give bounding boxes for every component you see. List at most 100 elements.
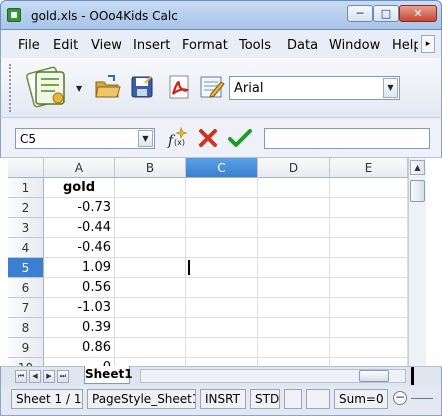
name-box-dropdown-button[interactable]: ▼ [138, 130, 153, 147]
row-header-8[interactable]: 8 [8, 318, 44, 338]
column-header-b[interactable]: B [115, 158, 186, 178]
cell-d4[interactable] [258, 238, 330, 258]
cell-b8[interactable] [115, 318, 186, 338]
menu-window[interactable]: Window [329, 38, 380, 53]
cell-a5[interactable]: 1.09 [44, 258, 115, 278]
cell-d5[interactable] [258, 258, 330, 278]
menu-format[interactable]: Format [182, 38, 228, 53]
row-header-7[interactable]: 7 [8, 298, 44, 318]
cell-b3[interactable] [115, 218, 186, 238]
vertical-scroll-thumb[interactable] [410, 180, 425, 202]
cell-c4[interactable] [186, 238, 258, 258]
cell-e8[interactable] [330, 318, 408, 338]
cell-e3[interactable] [330, 218, 408, 238]
save-icon[interactable] [130, 75, 154, 99]
horizontal-scrollbar[interactable] [140, 367, 414, 385]
zoom-slider[interactable] [411, 398, 433, 399]
cell-d9[interactable] [258, 338, 330, 358]
font-dropdown-button[interactable]: ▼ [383, 78, 398, 98]
maximize-button[interactable]: □ [373, 5, 399, 22]
function-wizard-icon[interactable]: f (x) [165, 126, 191, 150]
row-header-4[interactable]: 4 [8, 238, 44, 258]
status-page-style[interactable]: PageStyle_Sheet1 [87, 389, 196, 409]
cell-a2[interactable]: -0.73 [44, 198, 115, 218]
row-header-9[interactable]: 9 [8, 338, 44, 358]
cell-c6[interactable] [186, 278, 258, 298]
cell-e9[interactable] [330, 338, 408, 358]
menu-data[interactable]: Data [287, 38, 318, 53]
edit-document-icon[interactable] [199, 74, 225, 100]
cell-d2[interactable] [258, 198, 330, 218]
vertical-scrollbar[interactable]: ▲ [408, 158, 426, 368]
menu-help[interactable]: Help [392, 38, 418, 53]
previous-sheet-button[interactable]: ◀ [29, 370, 41, 383]
minimize-button[interactable]: ─ [347, 5, 373, 22]
cell-c7[interactable] [186, 298, 258, 318]
cancel-icon[interactable] [198, 128, 218, 148]
toolbar-grip[interactable] [9, 64, 13, 112]
cell-d7[interactable] [258, 298, 330, 318]
cell-d1[interactable] [258, 178, 330, 198]
close-button[interactable]: ✕ [399, 5, 437, 22]
cell-b7[interactable] [115, 298, 186, 318]
cell-e6[interactable] [330, 278, 408, 298]
row-header-1[interactable]: 1 [8, 178, 44, 198]
cell-b5[interactable] [115, 258, 186, 278]
column-header-e[interactable]: E [330, 158, 408, 178]
horizontal-scroll-thumb[interactable] [359, 370, 389, 382]
menu-insert[interactable]: Insert [133, 38, 170, 53]
formula-input[interactable] [264, 128, 430, 149]
cell-d8[interactable] [258, 318, 330, 338]
cell-a6[interactable]: 0.56 [44, 278, 115, 298]
column-header-c[interactable]: C [186, 158, 258, 178]
row-header-2[interactable]: 2 [8, 198, 44, 218]
status-selection-mode[interactable]: STD [250, 389, 280, 409]
cell-e4[interactable] [330, 238, 408, 258]
cell-a3[interactable]: -0.44 [44, 218, 115, 238]
cell-d6[interactable] [258, 278, 330, 298]
pdf-export-icon[interactable] [167, 74, 191, 100]
cell-a7[interactable]: -1.03 [44, 298, 115, 318]
spreadsheet-grid[interactable]: A B C D E 1 gold 2 -0.73 3 -0.44 4 -0.46 5 1.09 6 0… [8, 158, 408, 368]
menu-file[interactable]: File [18, 38, 40, 53]
next-sheet-button[interactable]: ▶ [43, 370, 55, 383]
scroll-splitter[interactable] [411, 367, 414, 385]
font-name-combobox[interactable]: Arial ▼ [229, 76, 400, 100]
status-insert-mode[interactable]: INSRT [200, 389, 246, 409]
row-header-6[interactable]: 6 [8, 278, 44, 298]
menu-edit[interactable]: Edit [53, 38, 78, 53]
cell-e5[interactable] [330, 258, 408, 278]
cell-c8[interactable] [186, 318, 258, 338]
status-signature[interactable] [306, 389, 330, 409]
select-all-corner[interactable] [8, 158, 44, 178]
cell-c2[interactable] [186, 198, 258, 218]
cell-c1[interactable] [186, 178, 258, 198]
cell-b9[interactable] [115, 338, 186, 358]
last-sheet-button[interactable]: ⏭ [57, 370, 69, 383]
name-box[interactable]: C5 ▼ [15, 128, 155, 149]
row-header-5[interactable]: 5 [8, 258, 44, 278]
cell-d3[interactable] [258, 218, 330, 238]
cell-b4[interactable] [115, 238, 186, 258]
menu-tools[interactable]: Tools [239, 38, 271, 53]
cell-c3[interactable] [186, 218, 258, 238]
cell-a8[interactable]: 0.39 [44, 318, 115, 338]
templates-icon[interactable] [22, 64, 74, 108]
column-header-a[interactable]: A [44, 158, 115, 178]
cell-a4[interactable]: -0.46 [44, 238, 115, 258]
menu-overflow-button[interactable]: ▸ [421, 35, 435, 53]
menu-view[interactable]: View [91, 38, 122, 53]
dropdown-arrow-icon[interactable]: ▼ [76, 84, 82, 93]
cell-b1[interactable] [115, 178, 186, 198]
cell-c5[interactable] [186, 258, 258, 278]
open-folder-icon[interactable] [94, 74, 122, 100]
cell-e7[interactable] [330, 298, 408, 318]
column-header-d[interactable]: D [258, 158, 330, 178]
cell-e1[interactable] [330, 178, 408, 198]
cell-a1[interactable]: gold [44, 178, 115, 198]
first-sheet-button[interactable]: ⏮ [15, 370, 27, 383]
cell-e2[interactable] [330, 198, 408, 218]
cell-b2[interactable] [115, 198, 186, 218]
accept-icon[interactable] [228, 128, 252, 148]
sheet-tab-sheet1[interactable]: Sheet1 [84, 366, 133, 384]
